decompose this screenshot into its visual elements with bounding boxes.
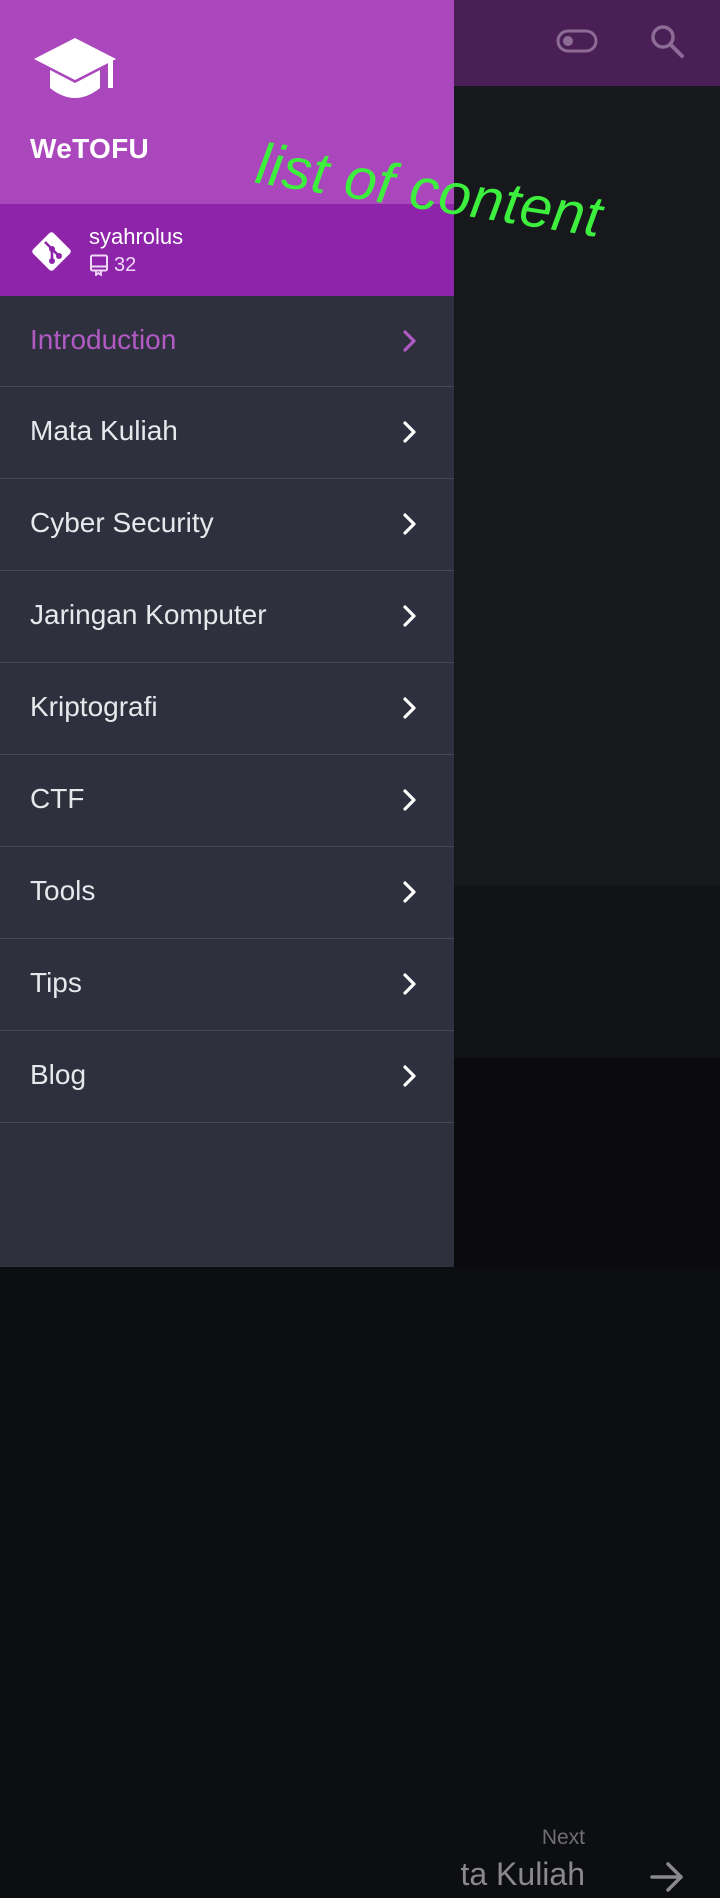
nav-item-label: CTF bbox=[30, 783, 85, 814]
nav-item-label: Kriptografi bbox=[30, 691, 158, 722]
chevron-right-icon bbox=[403, 697, 416, 719]
nav-item-mata-kuliah[interactable]: Mata Kuliah bbox=[0, 387, 454, 479]
chevron-right-icon bbox=[403, 421, 416, 443]
search-icon[interactable] bbox=[648, 22, 686, 60]
chevron-right-icon bbox=[403, 605, 416, 627]
nav-item-label: Mata Kuliah bbox=[30, 415, 178, 446]
chevron-right-icon bbox=[403, 789, 416, 811]
nav-item-label: Tools bbox=[30, 875, 96, 906]
graduation-cap-icon[interactable] bbox=[30, 34, 120, 106]
arrow-right-icon[interactable] bbox=[646, 1856, 688, 1898]
book-icon bbox=[90, 254, 108, 276]
site-name[interactable]: WeTOFU bbox=[30, 133, 149, 165]
nav-item-label: Introduction bbox=[30, 324, 177, 355]
nav-item-label: Blog bbox=[30, 1059, 87, 1090]
nav-item-label: Cyber Security bbox=[30, 507, 214, 538]
chevron-right-icon bbox=[403, 513, 416, 535]
nav-item-introduction[interactable]: Introduction bbox=[0, 296, 454, 387]
chevron-right-icon bbox=[403, 1065, 416, 1087]
nav-item-jaringan-komputer[interactable]: Jaringan Komputer bbox=[0, 571, 454, 663]
nav-item-kriptografi[interactable]: Kriptografi bbox=[0, 663, 454, 755]
chevron-right-icon bbox=[403, 330, 416, 352]
nav-item-ctf[interactable]: CTF bbox=[0, 755, 454, 847]
next-caption: Next bbox=[541, 1826, 585, 1849]
toggle-switch-icon[interactable] bbox=[556, 29, 598, 53]
chevron-right-icon bbox=[403, 973, 416, 995]
nav-item-cyber-security[interactable]: Cyber Security bbox=[0, 479, 454, 571]
chevron-right-icon bbox=[403, 881, 416, 903]
nav-item-label: Tips bbox=[30, 967, 82, 998]
nav-item-tips[interactable]: Tips bbox=[0, 939, 454, 1031]
nav-item-blog[interactable]: Blog bbox=[0, 1031, 454, 1123]
repo-stats: 32 bbox=[89, 253, 136, 277]
repo-count: 32 bbox=[114, 253, 137, 276]
nav-list: Introduction Mata Kuliah Cyber Security … bbox=[0, 296, 454, 1123]
next-page-link[interactable]: ta Kuliah bbox=[300, 1856, 585, 1893]
nav-item-tools[interactable]: Tools bbox=[0, 847, 454, 939]
git-icon bbox=[32, 232, 71, 271]
repo-owner: syahrolus bbox=[89, 224, 184, 249]
nav-item-label: Jaringan Komputer bbox=[30, 599, 267, 630]
